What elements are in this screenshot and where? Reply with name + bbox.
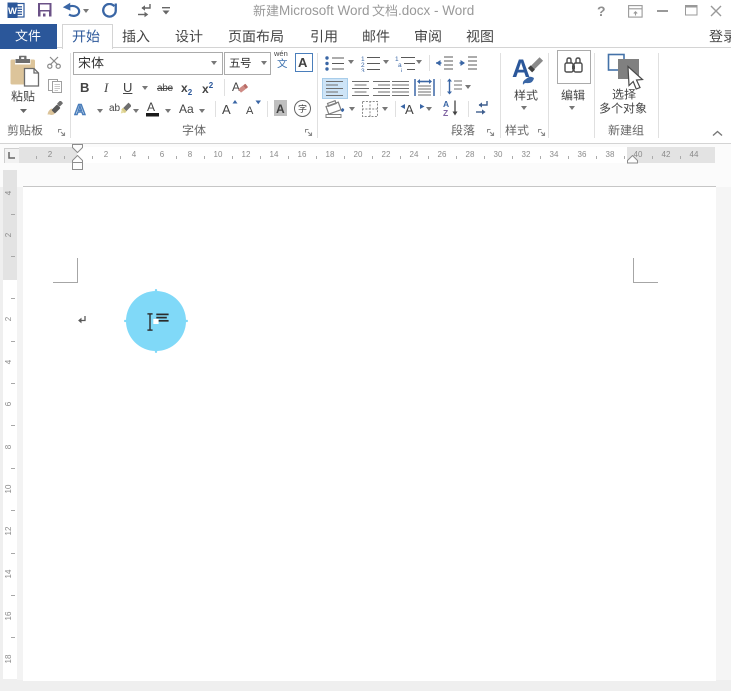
- svg-text:W: W: [8, 6, 17, 17]
- svg-text:Z: Z: [443, 108, 448, 118]
- svg-text:A: A: [405, 102, 414, 117]
- svg-text:A: A: [246, 105, 254, 116]
- svg-text:ab: ab: [109, 103, 121, 114]
- svg-text:A: A: [232, 80, 240, 94]
- svg-text:A: A: [222, 102, 231, 116]
- svg-text:A: A: [75, 102, 86, 118]
- svg-text:A: A: [147, 100, 155, 114]
- svg-text:3: 3: [361, 68, 365, 72]
- svg-text:i: i: [401, 68, 402, 72]
